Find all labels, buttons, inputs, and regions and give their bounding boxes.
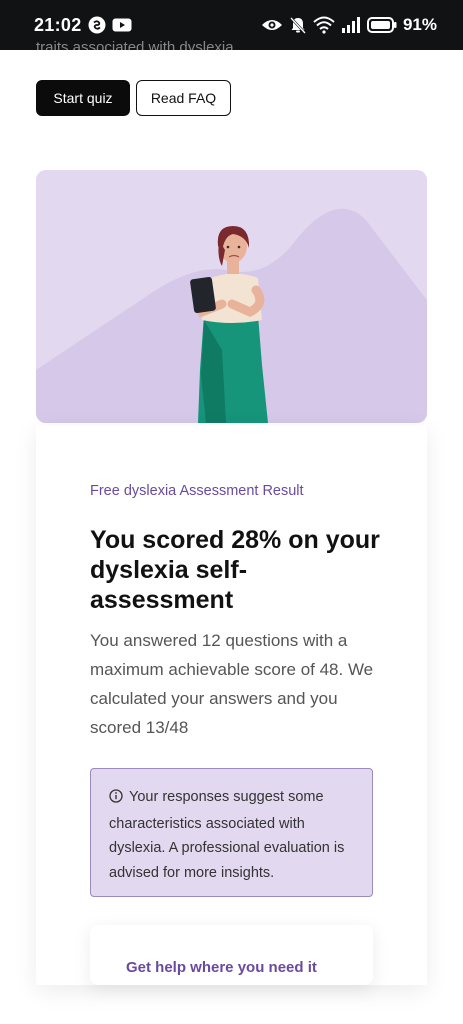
result-note: Your responses suggest some characterist…	[90, 768, 373, 897]
status-time: 21:02	[34, 14, 82, 35]
shazam-icon	[88, 16, 106, 34]
result-note-text: Your responses suggest some characterist…	[109, 789, 345, 881]
bell-muted-icon	[289, 16, 307, 34]
info-icon	[109, 787, 123, 812]
wifi-icon	[313, 16, 335, 34]
eye-icon	[261, 17, 283, 33]
battery-percent: 91%	[402, 15, 437, 34]
result-headline: You scored 28% on your dyslexia self-ass…	[90, 526, 380, 614]
hero-illustration	[36, 170, 427, 423]
start-quiz-button[interactable]: Start quiz	[36, 80, 130, 116]
result-card: Free dyslexia Assessment Result You scor…	[36, 425, 427, 985]
signal-icon	[341, 17, 361, 33]
battery-icon	[366, 17, 397, 33]
help-card[interactable]: Get help where you need it	[90, 925, 373, 985]
result-eyebrow: Free dyslexia Assessment Result	[90, 483, 304, 499]
scrolled-text-fragment: traits associated with dyslexia	[36, 39, 234, 50]
help-card-title: Get help where you need it	[126, 959, 317, 976]
youtube-icon	[112, 17, 132, 33]
result-description: You answered 12 questions with a maximum…	[90, 631, 374, 737]
read-faq-button[interactable]: Read FAQ	[136, 80, 231, 116]
